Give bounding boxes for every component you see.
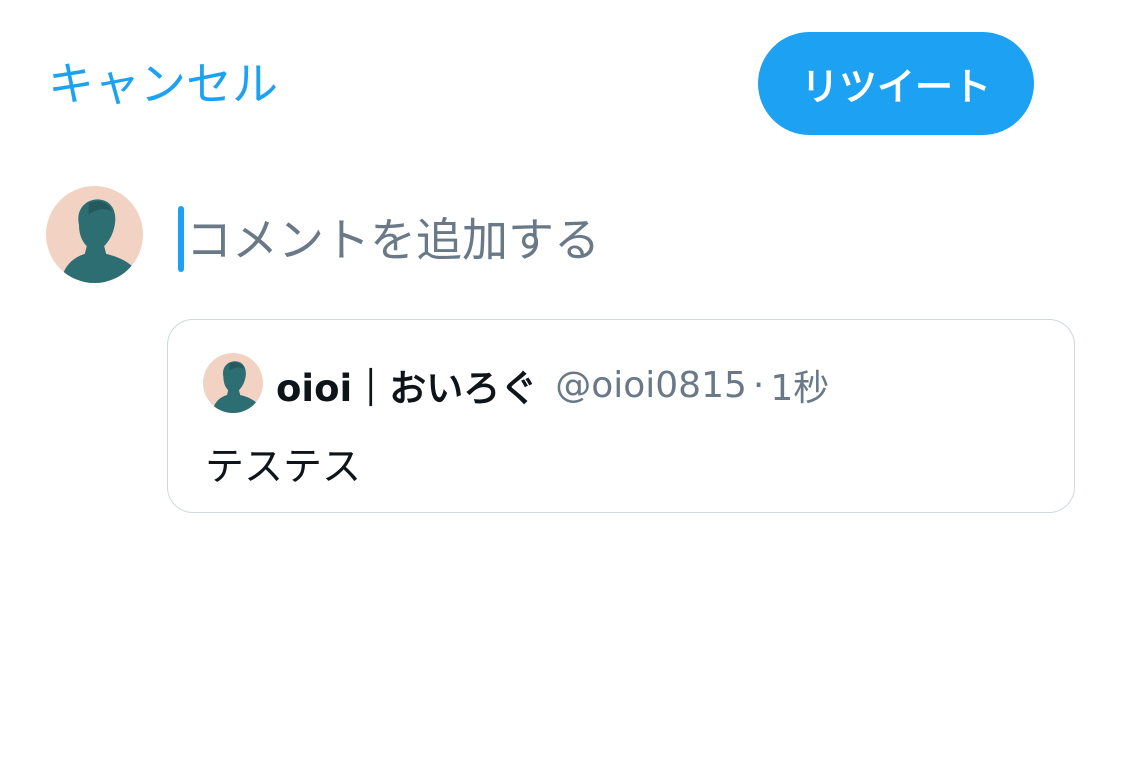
tweet-timestamp: 1秒	[770, 368, 830, 409]
quoted-tweet-header: oioi｜おいろぐ @oioi0815 · 1秒	[276, 360, 830, 411]
compose-area[interactable]	[178, 206, 1058, 274]
display-name: oioi｜おいろぐ	[276, 367, 538, 410]
comment-input[interactable]	[186, 206, 1046, 274]
user-avatar-icon[interactable]	[46, 186, 143, 283]
text-caret	[178, 206, 184, 272]
separator-dot: ·	[752, 364, 765, 406]
retweet-button[interactable]: リツイート	[758, 32, 1034, 135]
quoted-tweet-text: テステス	[205, 445, 362, 490]
compose-header: キャンセル リツイート	[0, 0, 1124, 170]
cancel-link[interactable]: キャンセル	[48, 56, 278, 112]
quoted-tweet-card[interactable]: oioi｜おいろぐ @oioi0815 · 1秒 テステス	[167, 319, 1075, 513]
user-handle: @oioi0815	[555, 364, 747, 406]
user-avatar-icon	[203, 353, 263, 413]
